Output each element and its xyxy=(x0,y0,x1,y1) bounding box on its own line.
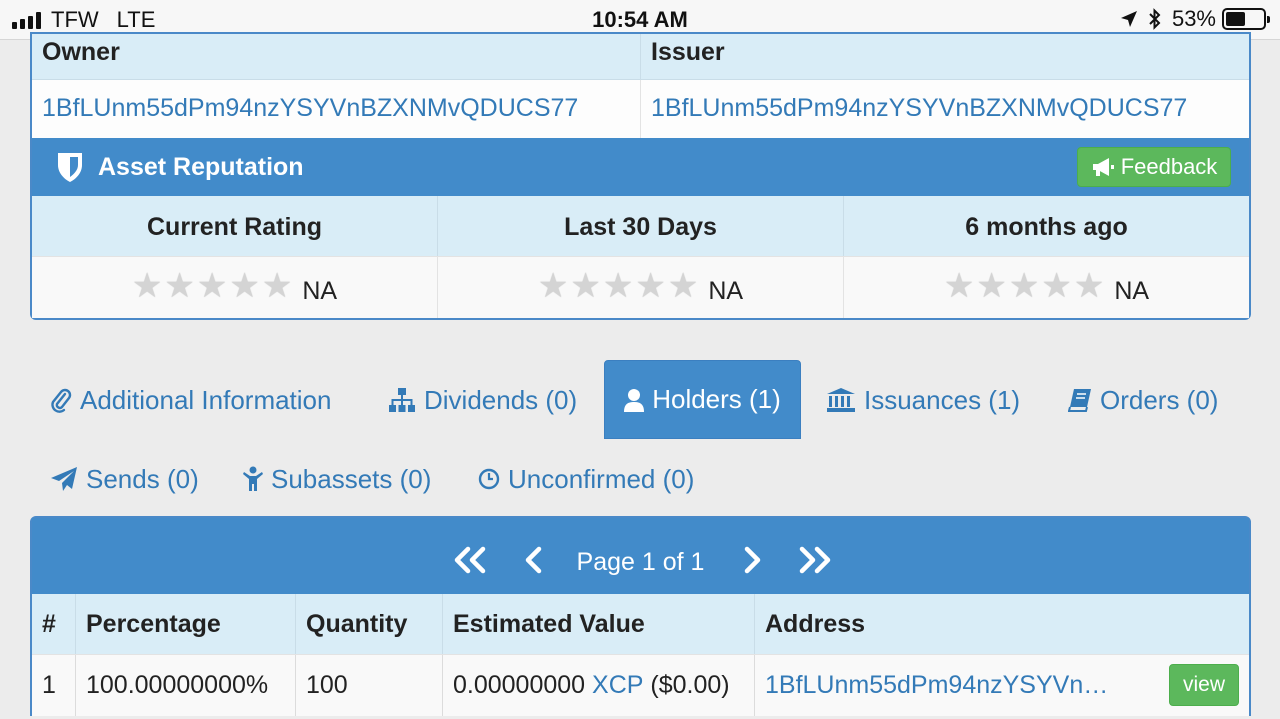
star-icon: ★ xyxy=(1008,266,1040,305)
asset-reputation-title: Asset Reputation xyxy=(98,153,304,181)
rating-cell-6-months: ★ ★ ★ ★ ★ NA xyxy=(844,256,1249,318)
star-icon: ★ xyxy=(635,266,666,305)
battery-icon xyxy=(1222,8,1270,30)
six-months-header: 6 months ago xyxy=(844,196,1249,256)
bullhorn-icon xyxy=(1092,158,1114,176)
feedback-label: Feedback xyxy=(1120,154,1218,179)
holders-pager: Page 1 of 1 xyxy=(32,518,1249,594)
owner-issuer-header: Owner Issuer xyxy=(32,34,1249,80)
tab-orders[interactable]: Orders (0) xyxy=(1068,383,1218,417)
col-address-header: Address xyxy=(765,609,866,638)
owner-issuer-row: 1BfLUnm55dPm94nzYSYVnBZXNMvQDUCS77 1BfLU… xyxy=(32,80,1249,138)
row-quantity: 100 xyxy=(296,655,443,716)
battery-percent: 53% xyxy=(1171,6,1216,31)
row-index: 1 xyxy=(32,655,76,716)
sitemap-icon xyxy=(389,388,415,412)
tab-label: Dividends (0) xyxy=(424,384,578,415)
rating-value: NA xyxy=(708,277,744,305)
holder-address-link[interactable]: 1BfLUnm55dPm94nzYSYVn… xyxy=(765,671,1108,700)
location-arrow-icon xyxy=(1120,11,1137,27)
row-percentage: 100.00000000% xyxy=(76,655,296,716)
star-icon: ★ xyxy=(1041,266,1072,305)
tab-subassets[interactable]: Subassets (0) xyxy=(243,462,431,496)
col-index-header: # xyxy=(32,594,76,654)
holders-table-header: # Percentage Quantity Estimated Value Ad… xyxy=(32,594,1249,654)
book-icon xyxy=(1068,389,1091,412)
feedback-button[interactable]: Feedback xyxy=(1077,147,1231,187)
view-button[interactable]: view xyxy=(1169,664,1239,706)
rating-value-row: ★ ★ ★ ★ ★ NA ★ ★ ★ ★ ★ NA ★ ★ ★ ★ ★ NA xyxy=(32,256,1249,318)
star-icon: ★ xyxy=(943,266,975,305)
rating-value: NA xyxy=(1114,277,1150,305)
col-percentage-header: Percentage xyxy=(76,594,296,654)
asset-info-panel: Owner Issuer 1BfLUnm55dPm94nzYSYVnBZXNMv… xyxy=(30,32,1251,320)
issuer-address-link[interactable]: 1BfLUnm55dPm94nzYSYVnBZXNMvQDUCS77 xyxy=(641,80,1249,138)
rating-cell-30-days: ★ ★ ★ ★ ★ NA xyxy=(438,256,844,318)
star-icon: ★ xyxy=(196,266,228,305)
tab-label: Issuances (1) xyxy=(864,384,1021,415)
last-page-icon[interactable] xyxy=(797,546,833,574)
star-icon: ★ xyxy=(976,266,1007,305)
star-icon: ★ xyxy=(570,266,601,305)
paper-plane-icon xyxy=(51,467,77,491)
col-estimated-value-header: Estimated Value xyxy=(443,594,755,654)
rating-cell-current: ★ ★ ★ ★ ★ NA xyxy=(32,256,438,318)
current-rating-header: Current Rating xyxy=(32,196,438,256)
shield-icon xyxy=(58,153,82,182)
status-bar-right: 53% xyxy=(1120,6,1270,32)
star-icon: ★ xyxy=(602,266,634,305)
star-rating: ★ ★ ★ ★ ★ xyxy=(538,269,698,303)
next-page-icon[interactable] xyxy=(742,546,762,574)
paperclip-icon xyxy=(51,388,72,413)
owner-address-link[interactable]: 1BfLUnm55dPm94nzYSYVnBZXNMvQDUCS77 xyxy=(32,80,641,138)
clock-icon xyxy=(478,468,500,490)
tab-label: Additional Information xyxy=(80,384,332,415)
tab-label: Holders (1) xyxy=(652,384,781,414)
page-indicator: Page 1 of 1 xyxy=(576,548,705,576)
battery-fill xyxy=(1226,12,1246,26)
bluetooth-icon xyxy=(1149,8,1161,30)
value-usd: ($0.00) xyxy=(650,671,730,699)
last-30-days-header: Last 30 Days xyxy=(438,196,844,256)
star-icon: ★ xyxy=(667,266,699,305)
tab-holders[interactable]: Holders (1) xyxy=(604,360,801,439)
table-row: 1 100.00000000% 100 0.00000000 XCP ($0.0… xyxy=(32,654,1249,716)
tab-dividends[interactable]: Dividends (0) xyxy=(388,383,577,417)
issuer-header: Issuer xyxy=(641,34,1249,80)
star-icon: ★ xyxy=(1073,266,1105,305)
tab-label: Orders (0) xyxy=(1100,384,1219,415)
owner-header: Owner xyxy=(32,34,641,80)
tab-label: Subassets (0) xyxy=(271,463,432,494)
tab-issuances[interactable]: Issuances (1) xyxy=(826,383,1020,417)
status-time: 10:54 AM xyxy=(592,7,688,32)
tab-additional-information[interactable]: Additional Information xyxy=(50,383,331,417)
owner-issuer-table: Owner Issuer 1BfLUnm55dPm94nzYSYVnBZXNMv… xyxy=(32,34,1249,138)
bank-icon xyxy=(827,388,855,412)
star-rating: ★ ★ ★ ★ ★ xyxy=(132,269,292,303)
star-icon: ★ xyxy=(164,266,195,305)
value-asset-link[interactable]: XCP xyxy=(592,671,643,700)
user-icon xyxy=(624,388,645,412)
star-icon: ★ xyxy=(229,266,260,305)
star-icon: ★ xyxy=(131,266,163,305)
star-icon: ★ xyxy=(261,266,293,305)
rating-header-row: Current Rating Last 30 Days 6 months ago xyxy=(32,196,1249,256)
tab-label: Unconfirmed (0) xyxy=(508,463,695,494)
tab-label: Sends (0) xyxy=(86,463,199,494)
row-estimated-value: 0.00000000 XCP ($0.00) xyxy=(443,655,755,716)
child-icon xyxy=(243,466,263,491)
star-rating: ★ ★ ★ ★ ★ xyxy=(944,269,1104,303)
value-amount: 0.00000000 xyxy=(453,671,586,699)
tab-unconfirmed[interactable]: Unconfirmed (0) xyxy=(478,462,694,496)
asset-reputation-bar: Asset Reputation Feedback xyxy=(32,138,1249,196)
holders-panel: Page 1 of 1 # Percentage Quantity Estima… xyxy=(30,516,1251,716)
star-icon: ★ xyxy=(537,266,569,305)
tab-sends[interactable]: Sends (0) xyxy=(50,462,199,496)
rating-value: NA xyxy=(302,277,338,305)
row-address: 1BfLUnm55dPm94nzYSYVn… view xyxy=(755,655,1249,716)
col-quantity-header: Quantity xyxy=(296,594,443,654)
